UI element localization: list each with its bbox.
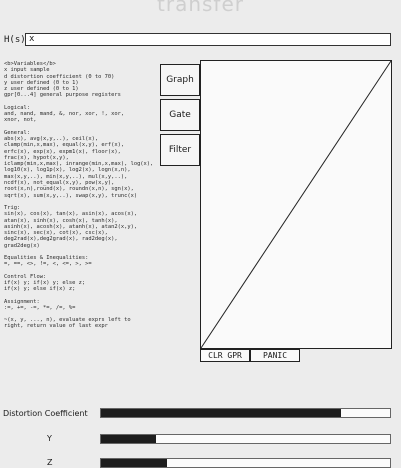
docs-line: gpr[0...4] general purpose registers [4, 92, 121, 99]
docs-line: sqrt(x), sum(x,y,..), swap(x,y), trunc(x… [4, 192, 138, 199]
slider-fill [101, 409, 341, 417]
expression-input[interactable]: x [25, 33, 391, 46]
graph-button[interactable]: Graph [160, 64, 200, 96]
transfer-plot-svg [201, 61, 391, 348]
z-slider[interactable] [100, 458, 391, 468]
docs-control-flow: Control Flow: if(x) y; if(x) y; else z; … [4, 274, 160, 293]
y-slider[interactable] [100, 434, 391, 444]
slider-fill [101, 459, 168, 467]
filter-button[interactable]: Filter [160, 134, 200, 166]
transfer-curve [201, 61, 391, 348]
reference-docs: <b>Variables</b> x input sample d distor… [4, 61, 160, 336]
docs-line: :=, +=, -=, *=, /=, %= [4, 304, 76, 311]
docs-line: xnor, not, [4, 117, 37, 124]
docs-sequence: ~(x, y, ..., n), evaluate exprs left to … [4, 317, 160, 330]
docs-line: grad2deg(x) [4, 242, 40, 249]
docs-line: right, return value of last expr [4, 323, 108, 330]
docs-assignment: Assignment: :=, +=, -=, *=, /=, %= [4, 299, 160, 312]
z-label: Z [47, 458, 53, 467]
distortion-slider[interactable] [100, 408, 391, 418]
clr-gpr-button[interactable]: CLR GPR [200, 349, 250, 362]
docs-line: =, ==, <>, !=, <, <=, >, >= [4, 261, 92, 268]
y-label: Y [47, 434, 52, 443]
docs-equalities: Equalities & Inequalities: =, ==, <>, !=… [4, 255, 160, 268]
distortion-label: Distortion Coefficient [3, 409, 88, 418]
transfer-plot [200, 60, 392, 349]
docs-line: if(x) y; else if(x) z; [4, 286, 76, 293]
panic-button[interactable]: PANIC [250, 349, 300, 362]
docs-general: General: abs(x), avg(x,y,..), ceil(x), c… [4, 130, 160, 199]
docs-line: sin(x), cos(x), tan(x), asin(x), acos(x)… [4, 211, 138, 218]
gate-button[interactable]: Gate [160, 99, 200, 131]
docs-logical: Logical: and, nand, mand, &, nor, xor, !… [4, 105, 160, 124]
docs-trig: Trig: sin(x), cos(x), tan(x), asin(x), a… [4, 205, 160, 249]
app-title: transfer [157, 0, 244, 16]
docs-variables: <b>Variables</b> x input sample d distor… [4, 61, 160, 99]
slider-fill [101, 435, 156, 443]
